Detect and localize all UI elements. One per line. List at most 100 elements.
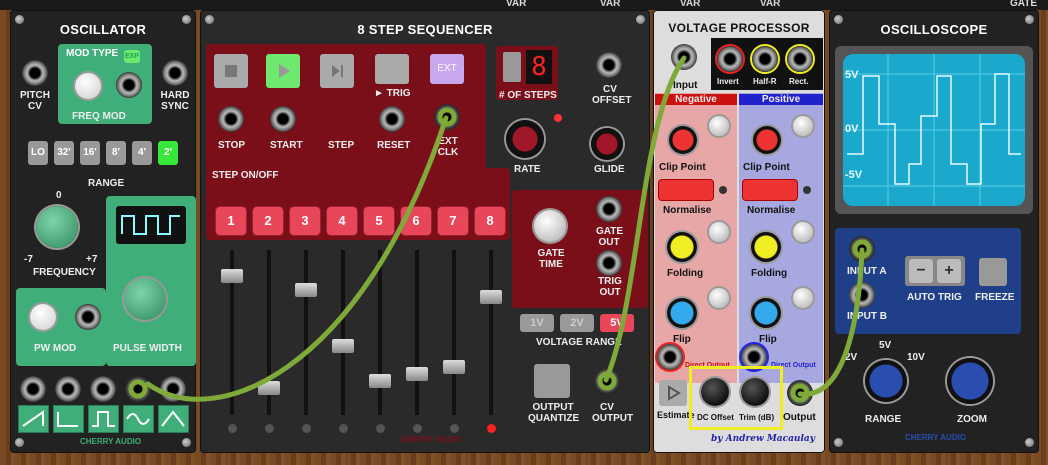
dc-offset-knob[interactable] <box>701 378 729 406</box>
step-led <box>265 424 274 433</box>
step-7-fader[interactable] <box>443 360 465 374</box>
voltage-1v-button[interactable]: 1V <box>520 314 554 332</box>
start-jack[interactable] <box>270 106 296 132</box>
freq-mod-jack[interactable] <box>116 72 142 98</box>
cv-offset-jack[interactable] <box>596 52 622 78</box>
step-5-fader[interactable] <box>369 374 391 388</box>
pulse-width-knob[interactable] <box>124 278 166 320</box>
trig-plus-button[interactable]: + <box>937 259 961 283</box>
step-4-fader[interactable] <box>332 339 354 353</box>
ext-button[interactable]: EXT <box>430 54 464 84</box>
step-1-button[interactable]: 1 <box>216 207 246 235</box>
output-quantize-button[interactable] <box>534 364 570 398</box>
estimate-button[interactable] <box>659 380 687 406</box>
hard-sync-jack[interactable] <box>162 60 188 86</box>
rate-knob[interactable] <box>506 120 544 158</box>
range-button-lo[interactable]: LO <box>28 141 48 165</box>
pos-normalise-button[interactable] <box>743 180 797 200</box>
step-5-button[interactable]: 5 <box>364 207 394 235</box>
pos-folding-trim-knob[interactable] <box>793 222 813 242</box>
neg-folding-trim-knob[interactable] <box>709 222 729 242</box>
triangle-output-jack[interactable] <box>160 376 186 402</box>
glide-knob[interactable] <box>591 128 623 160</box>
auto-trig-label: AUTO TRIG <box>907 292 962 303</box>
output-jack[interactable] <box>787 380 813 406</box>
pos-flip-knob[interactable] <box>751 298 781 328</box>
gate-out-jack[interactable] <box>596 196 622 222</box>
range-button-32[interactable]: 32' <box>54 141 74 165</box>
zoom-knob[interactable] <box>947 358 993 404</box>
brand-logo: CHERRY AUDIO <box>80 437 142 446</box>
pos-clip-trim-knob[interactable] <box>793 116 813 136</box>
screw-icon <box>15 438 24 447</box>
neg-flip-knob[interactable] <box>667 298 697 328</box>
steps-up-down-buttons[interactable] <box>503 52 521 82</box>
neg-folding-knob[interactable] <box>667 232 697 262</box>
saw-down-output-jack[interactable] <box>55 376 81 402</box>
range-button-2[interactable]: 2' <box>158 141 178 165</box>
range-button-8[interactable]: 8' <box>106 141 126 165</box>
trig-minus-button[interactable]: − <box>909 259 933 283</box>
input-b-jack[interactable] <box>849 282 875 308</box>
step-2-button[interactable]: 2 <box>253 207 283 235</box>
trig-button[interactable] <box>375 54 409 84</box>
frequency-knob[interactable] <box>36 206 78 248</box>
range-knob[interactable] <box>865 360 907 402</box>
saw-up-output-jack[interactable] <box>20 376 46 402</box>
voltage-5v-button[interactable]: 5V <box>600 314 634 332</box>
fader-track <box>378 250 382 415</box>
neg-normalise-button[interactable] <box>659 180 713 200</box>
freeze-button[interactable] <box>979 258 1007 286</box>
range-button-16[interactable]: 16' <box>80 141 100 165</box>
pw-mod-knob[interactable] <box>30 304 56 330</box>
step-2-fader[interactable] <box>258 381 280 395</box>
neg-clip-trim-knob[interactable] <box>709 116 729 136</box>
stop-jack[interactable] <box>218 106 244 132</box>
range-button-4[interactable]: 4' <box>132 141 152 165</box>
voltage-2v-button[interactable]: 2V <box>560 314 594 332</box>
start-label: START <box>270 140 303 151</box>
step-8-fader[interactable] <box>480 290 502 304</box>
step-button[interactable] <box>320 54 354 88</box>
pulse-output-jack[interactable] <box>90 376 116 402</box>
freq-mod-knob[interactable] <box>75 73 101 99</box>
stop-button[interactable] <box>214 54 248 88</box>
trim-label: Trim (dB) <box>739 413 775 422</box>
start-button[interactable] <box>266 54 300 88</box>
neg-clip-point-knob[interactable] <box>669 126 697 154</box>
neg-normalise-led <box>719 186 727 194</box>
step-3-button[interactable]: 3 <box>290 207 320 235</box>
pos-flip-trim-knob[interactable] <box>793 288 813 308</box>
step-3-fader[interactable] <box>295 283 317 297</box>
fader-track <box>452 250 456 415</box>
gate-time-knob[interactable] <box>534 210 566 242</box>
exp-toggle-button[interactable]: EXP <box>124 50 140 63</box>
step-1-fader[interactable] <box>221 269 243 283</box>
invert-jack[interactable] <box>717 46 743 72</box>
reset-jack[interactable] <box>379 106 405 132</box>
trim-knob[interactable] <box>741 378 769 406</box>
input-jack[interactable] <box>671 44 697 70</box>
neg-flip-trim-knob[interactable] <box>709 288 729 308</box>
pos-clip-point-knob[interactable] <box>753 126 781 154</box>
negative-label: Negative <box>655 94 737 105</box>
sine-output-jack[interactable] <box>125 376 151 402</box>
input-a-jack[interactable] <box>849 236 875 262</box>
step-6-button[interactable]: 6 <box>401 207 431 235</box>
frequency-min-mark: -7 <box>24 254 33 265</box>
half-r-jack[interactable] <box>752 46 778 72</box>
cv-output-jack[interactable] <box>594 368 620 394</box>
step-7-button[interactable]: 7 <box>438 207 468 235</box>
step-4-button[interactable]: 4 <box>327 207 357 235</box>
num-steps-label: # OF STEPS <box>499 90 557 101</box>
step-8-button[interactable]: 8 <box>475 207 505 235</box>
ext-clk-jack[interactable] <box>434 104 460 130</box>
rect-jack[interactable] <box>787 46 813 72</box>
trig-out-jack[interactable] <box>596 250 622 276</box>
step-6-fader[interactable] <box>406 367 428 381</box>
pitch-cv-jack[interactable] <box>22 60 48 86</box>
pos-folding-knob[interactable] <box>751 232 781 262</box>
pw-mod-jack[interactable] <box>75 304 101 330</box>
neg-direct-output-jack[interactable] <box>657 344 683 370</box>
step-led <box>302 424 311 433</box>
